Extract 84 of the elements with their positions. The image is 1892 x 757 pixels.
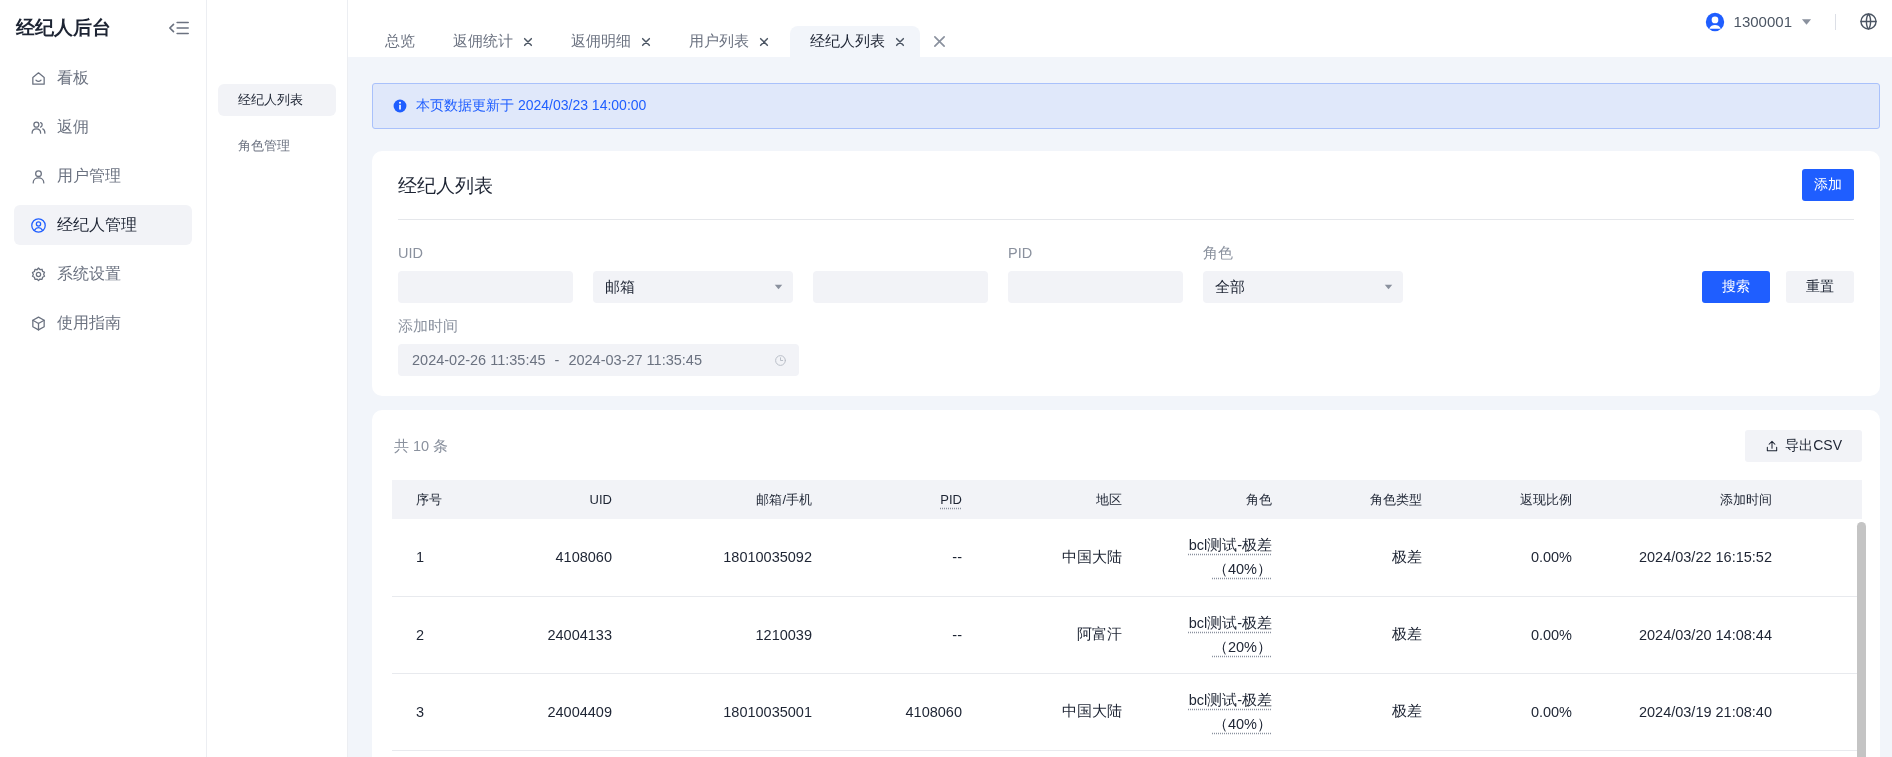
field-label: 角色 [1203, 244, 1234, 262]
tab[interactable]: 返佣统计 [436, 26, 545, 57]
column-header: 地区 [982, 480, 1142, 519]
tab[interactable]: 总览 [368, 26, 427, 57]
app-title: 经纪人后台 [16, 16, 111, 40]
close-icon[interactable] [933, 35, 946, 48]
export-csv-button[interactable]: 导出CSV [1745, 430, 1862, 462]
close-icon[interactable] [895, 36, 905, 47]
alert-text: 本页数据更新于 2024/03/23 14:00:00 [416, 97, 647, 115]
caret-down-icon [1384, 283, 1393, 291]
field-label: 添加时间 [398, 317, 459, 335]
table-cell: 0.00% [1442, 673, 1592, 750]
clock-icon [774, 353, 787, 367]
reset-button[interactable]: 重置 [1786, 271, 1854, 303]
table-cell: 24004133 [512, 596, 632, 673]
column-header: 角色 [1142, 480, 1292, 519]
user-circle-icon [30, 216, 47, 234]
table-cell: bcl测试-极差（40%） [1142, 519, 1292, 596]
table-cell: 极差 [1292, 673, 1442, 750]
table-cell: 24004409 [512, 673, 632, 750]
close-icon[interactable] [641, 36, 651, 47]
sidebar-item[interactable]: 经纪人管理 [14, 205, 192, 245]
field-label: PID [1008, 244, 1034, 262]
settings-icon [30, 265, 47, 283]
column-header: 添加时间 [1592, 480, 1792, 519]
table-cell: 0.00% [1442, 596, 1592, 673]
upload-icon [1765, 439, 1780, 453]
sidebar-item[interactable]: 用户管理 [14, 156, 192, 196]
table-cell: 18010035001 [632, 673, 832, 750]
table-cell: 18010035092 [632, 519, 832, 596]
user-name[interactable]: 1300001 [1733, 13, 1792, 30]
select-field[interactable]: 邮箱 [593, 271, 793, 303]
submenu-item[interactable]: 角色管理 [218, 130, 336, 162]
sidebar-item[interactable]: 使用指南 [14, 303, 192, 343]
info-icon [393, 99, 407, 113]
sidebar-item[interactable]: 返佣 [14, 107, 192, 147]
column-header: 角色类型 [1292, 480, 1442, 519]
scrollbar[interactable] [1857, 522, 1866, 757]
table-cell: 0.00% [1442, 519, 1592, 596]
total-count: 共 10 条 [394, 436, 449, 456]
table-cell: -- [832, 519, 982, 596]
table-cell: 2 [392, 596, 512, 673]
table-cell: 2024/03/20 14:08:44 [1592, 596, 1792, 673]
home-icon [30, 69, 47, 87]
avatar-icon [1704, 11, 1725, 32]
table-cell: 极差 [1292, 596, 1442, 673]
close-icon[interactable] [523, 36, 533, 47]
globe-icon[interactable] [1859, 12, 1878, 31]
column-header: 返现比例 [1442, 480, 1592, 519]
date-range-field[interactable]: 2024-02-26 11:35:45 - 2024-03-27 11:35:45 [398, 344, 799, 376]
field-label: UID [398, 244, 424, 262]
caret-down-icon [1801, 16, 1812, 27]
caret-down-icon [774, 283, 783, 291]
submenu-item[interactable]: 经纪人列表 [218, 84, 336, 116]
tab[interactable]: 返佣明细 [554, 26, 663, 57]
table-cell: 中国大陆 [982, 673, 1142, 750]
table-cell: 中国大陆 [982, 519, 1142, 596]
select-field[interactable]: 全部 [1203, 271, 1403, 303]
table-cell: bcl测试-极差（40%） [1142, 673, 1292, 750]
table-cell: 阿富汗 [982, 596, 1142, 673]
column-header: 邮箱/手机 [632, 480, 832, 519]
column-header: 序号 [392, 480, 512, 519]
sidebar-item[interactable]: 看板 [14, 58, 192, 98]
tab[interactable]: 用户列表 [672, 26, 781, 57]
table-cell: -- [832, 596, 982, 673]
sidebar-item[interactable]: 系统设置 [14, 254, 192, 294]
table-cell: 2024/03/19 21:08:40 [1592, 673, 1792, 750]
column-header: PID [832, 480, 982, 519]
table-cell: bcl测试-极差（20%） [1142, 596, 1292, 673]
table-cell: 极差 [1292, 519, 1442, 596]
table-cell: 4108060 [512, 519, 632, 596]
search-button[interactable]: 搜索 [1702, 271, 1770, 303]
table-cell: 1210039 [632, 596, 832, 673]
column-header: UID [512, 480, 632, 519]
cube-icon [30, 314, 47, 332]
add-button[interactable]: 添加 [1802, 169, 1854, 201]
table-cell: 2024/03/22 16:15:52 [1592, 519, 1792, 596]
table-cell: 1 [392, 519, 512, 596]
table-cell: 3 [392, 673, 512, 750]
user-icon [30, 167, 47, 185]
tab[interactable]: 经纪人列表 [790, 26, 920, 57]
table-cell: 4108060 [832, 673, 982, 750]
close-icon[interactable] [759, 36, 769, 47]
card-title: 经纪人列表 [398, 173, 493, 198]
